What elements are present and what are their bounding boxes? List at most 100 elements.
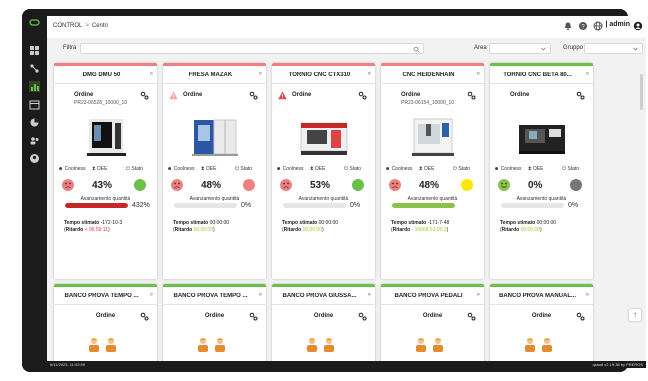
stato-label: Stato: [240, 166, 253, 172]
expand-button[interactable]: »: [586, 292, 589, 298]
settings-icon[interactable]: [249, 312, 258, 321]
operator-icon: [525, 338, 535, 352]
settings-icon[interactable]: [467, 312, 476, 321]
chevron-down-icon: [633, 47, 638, 51]
card-header: BANCO PROVA TEMPO ... »: [54, 287, 157, 305]
oee-value: 0%: [528, 180, 543, 191]
machine-card[interactable]: BANCO PROVA GIUSSA...» Ordine: [272, 284, 375, 368]
oee-header: ⧗ OEE: [201, 166, 217, 172]
delay-value: 00:00:00: [520, 227, 541, 233]
expand-button[interactable]: »: [477, 292, 480, 298]
progress-percent: 432%: [132, 202, 150, 209]
expand-button[interactable]: »: [368, 292, 371, 298]
machine-card[interactable]: TORNIO CNC BETA 80... » Ordine ☻ Coolness ⧗ …: [490, 63, 593, 279]
machine-card[interactable]: FRESA MAZAK » Ordine ☻ Coolness ⧗ OEE ⏻ Stato…: [163, 63, 266, 279]
footer: 8/11/2023, 11:02:59 qstudi v2.19.38 by P…: [47, 361, 646, 368]
stato-indicator: [570, 179, 582, 191]
stato-header: ⏻ Stato: [562, 166, 580, 172]
order-label: Ordine: [510, 92, 530, 98]
scrollbar[interactable]: [640, 74, 643, 110]
machine-image: [87, 119, 126, 156]
gruppo-label: Gruppo: [563, 45, 584, 51]
operator-icon: [307, 338, 317, 352]
calendar-icon[interactable]: [29, 99, 40, 110]
coolness-label: Coolness: [64, 166, 86, 172]
machine-card[interactable]: BANCO PROVA PEDALI» Ordine: [381, 284, 484, 368]
machine-card[interactable]: BANCO PROVA TEMPO ...» Ordine: [163, 284, 266, 368]
happy-face-icon: [498, 179, 510, 191]
expand-button[interactable]: »: [259, 292, 262, 298]
estimated-time-value: -171-7-48: [427, 220, 450, 226]
machine-card[interactable]: BANCO PROVA TEMPO ...» Ordine: [54, 284, 157, 368]
users-icon[interactable]: [29, 135, 40, 146]
account-icon[interactable]: [29, 153, 40, 164]
estimated-time: Tempo stimato -172-10-3: [64, 220, 122, 226]
machine-card[interactable]: CNC HEIDENHAIN » Ordine PR23-06154_10000_10…: [381, 63, 484, 279]
settings-icon[interactable]: [576, 312, 585, 321]
globe-icon[interactable]: [593, 21, 603, 31]
estimated-time-value: 00:00:00: [318, 220, 339, 226]
operator-icon: [215, 338, 225, 352]
coolness-label: Coolness: [173, 166, 195, 172]
delay-value: + 06:59:11: [84, 227, 108, 233]
user-name[interactable]: | admin: [605, 21, 630, 28]
chevron-down-icon: [541, 47, 546, 51]
delay-label: Ritardo: [65, 227, 84, 233]
top-bar: CONTROL > Centri ? | admin: [47, 16, 646, 38]
sad-face-icon: [62, 179, 74, 191]
pie-icon[interactable]: [29, 117, 40, 128]
chart-icon[interactable]: [29, 81, 40, 92]
machine-cards: DMG DMU 50 » Ordine PR23-06528_10000_10 ☻ Co…: [54, 63, 644, 368]
progress-fill: [65, 203, 128, 208]
coolness-header: ☻ Coolness: [276, 166, 304, 172]
breadcrumb-separator: >: [85, 23, 89, 29]
estimated-time-label: Tempo stimato: [391, 220, 427, 226]
stato-indicator: [243, 179, 255, 191]
settings-icon[interactable]: [358, 312, 367, 321]
estimated-time-value: 00:00:00: [536, 220, 557, 226]
delay: (Ritardo 00:00:00): [173, 227, 215, 233]
dashboard-icon[interactable]: [29, 45, 40, 56]
user-avatar-icon[interactable]: [633, 21, 643, 31]
expand-button[interactable]: »: [259, 71, 262, 77]
expand-button[interactable]: »: [150, 292, 153, 298]
estimated-time-value: -172-10-3: [100, 220, 123, 226]
bell-icon[interactable]: [563, 21, 573, 31]
help-icon[interactable]: ?: [578, 21, 588, 31]
settings-icon[interactable]: [467, 91, 476, 100]
oee-value: 48%: [201, 180, 222, 191]
settings-icon[interactable]: [249, 91, 258, 100]
expand-button[interactable]: »: [586, 71, 589, 77]
app-logo-icon[interactable]: [29, 17, 40, 28]
stato-label: Stato: [349, 166, 362, 172]
stato-indicator: [352, 179, 364, 191]
delay-label: Ritardo: [174, 227, 193, 233]
settings-icon[interactable]: [140, 312, 149, 321]
machine-card[interactable]: TORNIO CNC CTX310 » Ordine ☻ Coolness ⧗ OEE ⏻…: [272, 63, 375, 279]
settings-icon[interactable]: [576, 91, 585, 100]
stato-header: ⏻ Stato: [344, 166, 362, 172]
expand-button[interactable]: »: [477, 71, 480, 77]
settings-icon[interactable]: [140, 91, 149, 100]
delay: (Ritardo 00:00:00): [500, 227, 542, 233]
expand-button[interactable]: »: [368, 71, 371, 77]
oee-label: OEE: [96, 166, 108, 172]
expand-button[interactable]: »: [150, 71, 153, 77]
estimated-time: Tempo stimato -171-7-48: [391, 220, 449, 226]
settings-icon[interactable]: [358, 91, 367, 100]
warning-icon: [278, 91, 287, 100]
operator-icon: [324, 338, 334, 352]
coolness-label: Coolness: [391, 166, 413, 172]
card-header: TORNIO CNC CTX310 »: [272, 66, 375, 84]
area-select[interactable]: [489, 43, 551, 54]
machine-card[interactable]: DMG DMU 50 » Ordine PR23-06528_10000_10 ☻ Co…: [54, 63, 157, 279]
breadcrumb-root[interactable]: CONTROL: [53, 23, 82, 29]
machine-card[interactable]: BANCO PROVA MANUAL...» Ordine: [490, 284, 593, 368]
filter-bar: Filtra Area Gruppo: [47, 38, 646, 59]
filter-input[interactable]: [80, 43, 424, 54]
card-header: FRESA MAZAK »: [163, 66, 266, 84]
stato-header: ⏻ Stato: [126, 166, 144, 172]
gruppo-select[interactable]: [584, 43, 643, 54]
scroll-top-button[interactable]: ↑: [629, 309, 641, 321]
network-icon[interactable]: [29, 63, 40, 74]
